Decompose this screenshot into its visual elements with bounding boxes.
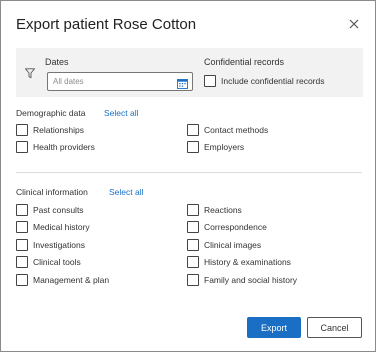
dates-label: Dates bbox=[45, 57, 69, 67]
checkbox-label: Correspondence bbox=[204, 222, 267, 232]
checkbox-box[interactable] bbox=[16, 204, 28, 216]
checkbox-label: Clinical tools bbox=[33, 257, 81, 267]
checkbox-label: Employers bbox=[204, 142, 245, 152]
dates-field[interactable]: All dates bbox=[47, 72, 193, 91]
filter-icon bbox=[25, 66, 35, 84]
dates-placeholder: All dates bbox=[53, 77, 84, 86]
checkbox-label: Past consults bbox=[33, 205, 84, 215]
checkbox-box[interactable] bbox=[16, 239, 28, 251]
checkbox-box[interactable] bbox=[187, 221, 199, 233]
cancel-button[interactable]: Cancel bbox=[307, 317, 362, 338]
checkbox-box[interactable] bbox=[187, 141, 199, 153]
include-confidential-checkbox[interactable] bbox=[204, 75, 216, 87]
calendar-icon[interactable] bbox=[177, 76, 188, 94]
checkbox-box[interactable] bbox=[16, 274, 28, 286]
checkbox-label: Contact methods bbox=[204, 125, 269, 135]
checkbox-box[interactable] bbox=[16, 221, 28, 233]
dialog-title: Export patient Rose Cotton bbox=[16, 16, 197, 33]
clinical-select-all-link[interactable]: Select all bbox=[109, 187, 144, 197]
checkbox-box[interactable] bbox=[187, 256, 199, 268]
close-icon[interactable] bbox=[348, 18, 362, 32]
checkbox-box[interactable] bbox=[187, 274, 199, 286]
checkbox-box[interactable] bbox=[16, 124, 28, 136]
export-dialog: Export patient Rose Cotton Dates All dat… bbox=[0, 0, 376, 352]
demographic-section-title: Demographic data bbox=[16, 108, 86, 118]
checkbox-box[interactable] bbox=[16, 141, 28, 153]
checkbox-label: Clinical images bbox=[204, 240, 262, 250]
checkbox-box[interactable] bbox=[187, 204, 199, 216]
checkbox-label: Reactions bbox=[204, 205, 242, 215]
export-button[interactable]: Export bbox=[247, 317, 301, 338]
checkbox-label: History & examinations bbox=[204, 257, 291, 267]
checkbox-box[interactable] bbox=[16, 256, 28, 268]
clinical-section-title: Clinical information bbox=[16, 187, 88, 197]
filter-panel: Dates All dates Confidential records Inc… bbox=[16, 48, 363, 97]
confidential-records-label: Confidential records bbox=[204, 57, 285, 67]
section-divider bbox=[16, 172, 362, 173]
checkbox-label: Medical history bbox=[33, 222, 90, 232]
checkbox-label: Relationships bbox=[33, 125, 85, 135]
checkbox-box[interactable] bbox=[187, 239, 199, 251]
checkbox-box[interactable] bbox=[187, 124, 199, 136]
include-confidential-label[interactable]: Include confidential records bbox=[221, 76, 324, 86]
checkbox-label: Family and social history bbox=[204, 275, 298, 285]
checkbox-label: Health providers bbox=[33, 142, 95, 152]
demographic-select-all-link[interactable]: Select all bbox=[104, 108, 139, 118]
checkbox-label: Investigations bbox=[33, 240, 85, 250]
checkbox-label: Management & plan bbox=[33, 275, 110, 285]
